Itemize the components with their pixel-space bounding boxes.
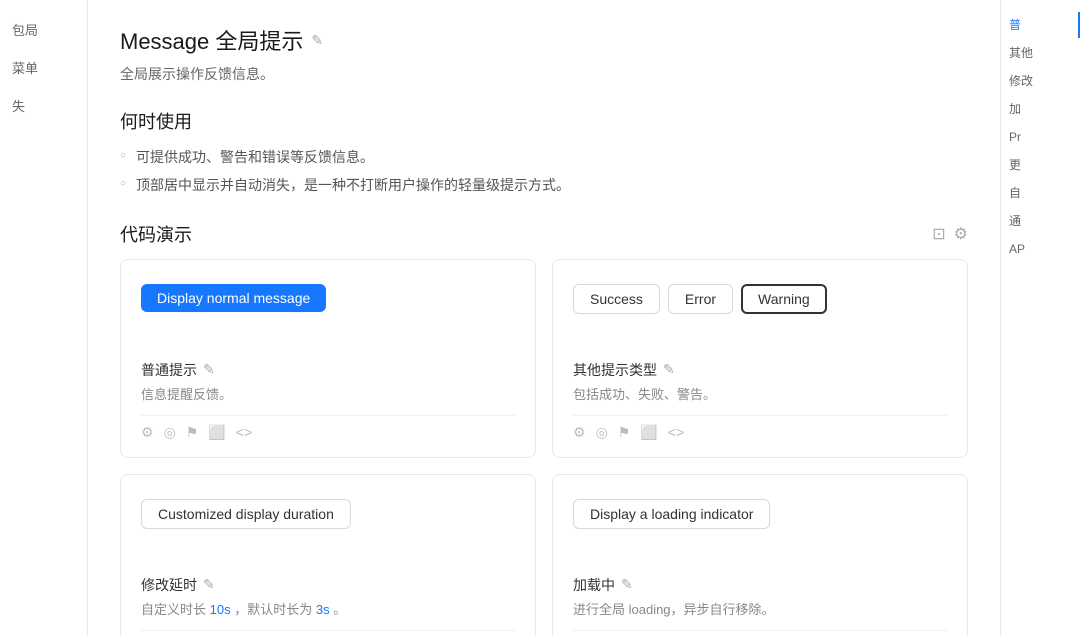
code-demo-header: 代码演示 ⊡ ⚙ [120,221,968,247]
title-edit-icon[interactable]: ✎ [311,32,323,49]
card1-edit-icon[interactable]: ✎ [203,361,215,378]
when-to-use-heading: 何时使用 [120,108,968,134]
card2-action-copy[interactable]: ⬜ [640,424,657,441]
right-sidebar-item-6[interactable]: 自 [1001,180,1080,206]
card3-desc: 自定义时长 10s ，默认时长为 3s 。 [141,599,515,618]
right-sidebar-item-3[interactable]: 加 [1001,96,1080,122]
card4-desc: 进行全局 loading，异步自行移除。 [573,599,947,618]
demo-area-1: Display normal message [141,284,515,344]
loading-indicator-button[interactable]: Display a loading indicator [573,499,770,529]
success-button[interactable]: Success [573,284,660,314]
card1-desc: 信息提醒反馈。 [141,384,515,403]
card2-action-code[interactable]: <> [668,424,684,440]
card3-edit-icon[interactable]: ✎ [203,576,215,593]
warning-button[interactable]: Warning [741,284,827,314]
demo-area-2: Success Error Warning [573,284,947,344]
bullet-item-1: 可提供成功、警告和错误等反馈信息。 [120,146,968,168]
card1-label: 普通提示 ✎ [141,360,515,380]
card2-action-target[interactable]: ◎ [596,424,608,441]
demo-card-duration: Customized display duration 修改延时 ✎ 自定义时长… [120,474,536,636]
card2-desc: 包括成功、失败、警告。 [573,384,947,403]
card2-edit-icon[interactable]: ✎ [663,361,675,378]
demo-grid: Display normal message 普通提示 ✎ 信息提醒反馈。 ⚙ … [120,259,968,636]
card3-label: 修改延时 ✎ [141,575,515,595]
demo-card-loading: Display a loading indicator 加载中 ✎ 进行全局 l… [552,474,968,636]
settings-icon[interactable]: ⚙ [954,224,968,244]
card1-action-copy[interactable]: ⬜ [208,424,225,441]
card2-action-settings[interactable]: ⚙ [573,424,586,441]
card2-actions: ⚙ ◎ ⚑ ⬜ <> [573,415,947,441]
demo-card-types: Success Error Warning 其他提示类型 ✎ 包括成功、失败、警… [552,259,968,458]
card4-label: 加载中 ✎ [573,575,947,595]
right-sidebar-item-8[interactable]: AP [1001,236,1080,262]
right-sidebar-item-5[interactable]: 更 [1001,152,1080,178]
card1-action-link[interactable]: ⚑ [186,424,199,441]
sidebar-item-other[interactable]: 失 [0,92,87,122]
bullet-item-2: 顶部居中显示并自动消失，是一种不打断用户操作的轻量级提示方式。 [120,174,968,196]
card4-actions: ⚙ ◎ ⚑ ⬜ <> [573,630,947,636]
card1-action-target[interactable]: ◎ [164,424,176,441]
demo-card-normal: Display normal message 普通提示 ✎ 信息提醒反馈。 ⚙ … [120,259,536,458]
right-sidebar-item-4[interactable]: Pr [1001,124,1080,150]
card4-edit-icon[interactable]: ✎ [621,576,633,593]
right-sidebar-item-0[interactable]: 普 [1001,12,1080,38]
customized-duration-button[interactable]: Customized display duration [141,499,351,529]
card3-actions: ⚙ ◎ ⚑ ⬜ <> [141,630,515,636]
right-sidebar-item-7[interactable]: 通 [1001,208,1080,234]
page-subtitle: 全局展示操作反馈信息。 [120,64,968,84]
page-title-row: Message 全局提示 ✎ [120,24,968,56]
page-title-text: Message 全局提示 [120,24,303,56]
right-sidebar-item-2[interactable]: 修改 [1001,68,1080,94]
card2-label: 其他提示类型 ✎ [573,360,947,380]
code-sandbox-icon[interactable]: ⊡ [932,224,945,244]
demo-area-3: Customized display duration [141,499,515,559]
code-demo-toolbar: ⊡ ⚙ [932,224,968,244]
code-demo-title: 代码演示 [120,221,192,247]
card1-action-settings[interactable]: ⚙ [141,424,154,441]
card2-action-link[interactable]: ⚑ [618,424,631,441]
right-sidebar: 普 其他 修改 加 Pr 更 自 通 AP [1000,0,1080,636]
display-normal-message-button[interactable]: Display normal message [141,284,326,312]
left-sidebar: 包局 菜单 失 [0,0,88,636]
main-content: Message 全局提示 ✎ 全局展示操作反馈信息。 何时使用 可提供成功、警告… [88,0,1000,636]
right-sidebar-item-1[interactable]: 其他 [1001,40,1080,66]
card1-actions: ⚙ ◎ ⚑ ⬜ <> [141,415,515,441]
demo-area-4: Display a loading indicator [573,499,947,559]
card1-action-code[interactable]: <> [236,424,252,440]
sidebar-item-layout[interactable]: 包局 [0,16,87,46]
sidebar-item-menu[interactable]: 菜单 [0,54,87,84]
error-button[interactable]: Error [668,284,733,314]
when-to-use-list: 可提供成功、警告和错误等反馈信息。 顶部居中显示并自动消失，是一种不打断用户操作… [120,146,968,197]
